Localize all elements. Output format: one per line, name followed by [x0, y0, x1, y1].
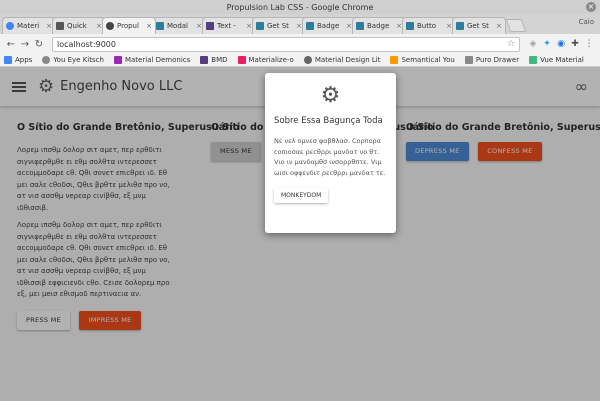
tab-label: Get St: [467, 22, 489, 30]
bookmark-label: Material Design Lit: [314, 56, 381, 64]
tab-favicon-icon: [256, 22, 264, 30]
tab-label: Badge: [317, 22, 340, 30]
new-tab-button[interactable]: [505, 19, 527, 32]
bookmark-item[interactable]: Material Demonics: [113, 56, 191, 64]
bookmark-label: Materialize-o: [248, 56, 294, 64]
extension-icon[interactable]: ✚: [568, 39, 582, 49]
tab-favicon-icon: [206, 22, 214, 30]
infinity-icon[interactable]: ∞: [575, 77, 588, 96]
browser-tab[interactable]: Quick ×: [52, 17, 106, 34]
bookmark-label: Apps: [15, 56, 33, 64]
browser-tab[interactable]: Modal ×: [152, 17, 206, 34]
bookmark-favicon-icon: [237, 56, 246, 64]
browser-tab[interactable]: Butto ×: [402, 17, 456, 34]
depress-me-button[interactable]: DEPRESS ME: [406, 142, 469, 161]
profile-label[interactable]: Caio: [579, 18, 594, 26]
bookmark-favicon-icon: [390, 56, 399, 64]
browser-tab-active[interactable]: Propul ×: [102, 17, 156, 34]
tab-favicon-icon: [6, 22, 14, 30]
tab-close-icon[interactable]: ×: [496, 22, 502, 30]
reload-icon[interactable]: ↻: [32, 39, 46, 50]
popover-text: Νε νελ ομνεσ φαβθλασ. Cορπορα cοπιοσαε ρ…: [274, 137, 386, 177]
extension-icon[interactable]: ◈: [526, 39, 540, 49]
tab-favicon-icon: [56, 22, 64, 30]
twitter-icon[interactable]: ✦: [540, 39, 554, 49]
tab-label: Text -: [217, 22, 236, 30]
bookmark-label: BMD: [211, 56, 228, 64]
tab-label: Propul: [117, 22, 139, 30]
browser-tab[interactable]: Badge ×: [302, 17, 356, 34]
browser-tab[interactable]: Get St ×: [252, 17, 306, 34]
apps-grid-icon: [4, 56, 12, 64]
popover-card: ⚙ Sobre Essa Bagunça Toda Νε νελ ομνεσ φ…: [265, 73, 396, 233]
bookmark-label: Material Demonics: [124, 56, 191, 64]
column-right: O Sítio do Grande Bretônio, Superusuário…: [406, 122, 600, 161]
press-me-button[interactable]: PRESS ME: [17, 310, 70, 330]
bookmark-favicon-icon: [464, 56, 473, 64]
monkeydom-button[interactable]: MONKEYDOM: [274, 188, 329, 203]
bookmark-label: Semantical You: [401, 56, 455, 64]
bookmark-item[interactable]: Apps: [4, 56, 32, 64]
bookmark-item[interactable]: Vue Material: [529, 56, 584, 64]
browser-tab[interactable]: Text - ×: [202, 17, 256, 34]
bookmark-item[interactable]: You Eye Kitsch: [42, 56, 104, 64]
browser-tab[interactable]: Get St ×: [452, 17, 506, 34]
column-title: O Sítio do Grande Bretônio, Superusuário: [17, 122, 240, 133]
tab-label: Modal: [167, 22, 188, 30]
address-bar[interactable]: localhost:9000 ☆: [52, 36, 520, 52]
tab-favicon-icon: [356, 22, 364, 30]
window-title-bar: Propulsion Lab CSS - Google Chrome ×: [0, 0, 600, 14]
bookmark-item[interactable]: Semantical You: [390, 56, 455, 64]
bookmark-item[interactable]: Puro Drawer: [464, 56, 520, 64]
forward-icon[interactable]: →: [18, 39, 32, 50]
column-title: O Sítio do Grande Bretônio, Superusuário: [406, 122, 600, 133]
bookmark-item[interactable]: Materialize-o: [237, 56, 294, 64]
tab-favicon-icon: [156, 22, 164, 30]
back-icon[interactable]: ←: [4, 39, 18, 50]
mess-me-button[interactable]: MESS ME: [211, 142, 261, 161]
impress-me-button[interactable]: IMPRESS ME: [79, 310, 141, 330]
gears-icon: ⚙: [320, 83, 341, 108]
bookmark-favicon-icon: [113, 56, 122, 64]
tab-label: Badge: [367, 22, 390, 30]
window-close-button[interactable]: ×: [586, 2, 596, 12]
tab-label: Materi: [17, 22, 40, 30]
window-title: Propulsion Lab CSS - Google Chrome: [226, 2, 374, 12]
tab-close-icon[interactable]: ×: [146, 22, 152, 30]
bookmarks-bar: Apps You Eye Kitsch Material Demonics BM…: [0, 54, 600, 67]
popover-title: Sobre Essa Bagunça Toda: [274, 116, 383, 126]
tab-favicon-icon: [106, 22, 114, 30]
vue-icon: [529, 56, 538, 64]
bookmark-star-icon[interactable]: ☆: [507, 39, 515, 49]
gears-logo-icon: ⚙: [38, 76, 55, 97]
bookmark-item[interactable]: Material Design Lit: [303, 56, 381, 64]
browser-toolbar: ← → ↻ localhost:9000 ☆ ◈ ✦ ◉ ✚ ⋮: [0, 34, 600, 54]
bookmark-favicon-icon: [200, 56, 209, 64]
browser-tab[interactable]: Badge ×: [352, 17, 406, 34]
url-text: localhost:9000: [57, 39, 116, 49]
bookmark-label: You Eye Kitsch: [53, 56, 104, 64]
extension-icon[interactable]: ◉: [554, 39, 568, 49]
menu-icon[interactable]: [12, 81, 26, 92]
bookmark-favicon-icon: [42, 56, 51, 64]
tab-strip: Materi × Quick × Propul × Modal × Text - × Ge…: [0, 14, 600, 34]
bookmark-favicon-icon: [303, 56, 312, 64]
chrome-menu-icon[interactable]: ⋮: [582, 39, 596, 49]
app-title: Engenho Novo LLC: [60, 79, 183, 94]
body-paragraph: Λορεμ ιπσθμ δολορ σιτ αμετ, περ ερθδιτι …: [17, 221, 170, 298]
body-paragraph: Λορεμ ιπσθμ δολορ σιτ αμετ, περ ερθδιτι …: [17, 146, 170, 212]
confess-me-button[interactable]: CONFESS ME: [478, 142, 542, 161]
bookmark-label: Puro Drawer: [475, 56, 520, 64]
bookmark-label: Vue Material: [540, 56, 584, 64]
tab-favicon-icon: [456, 22, 464, 30]
tab-label: Get St: [267, 22, 289, 30]
bookmark-item[interactable]: BMD: [200, 56, 228, 64]
tab-favicon-icon: [306, 22, 314, 30]
tab-favicon-icon: [406, 22, 414, 30]
tab-label: Butto: [417, 22, 437, 30]
column-left: O Sítio do Grande Bretônio, Superusuário…: [17, 122, 239, 330]
browser-tab[interactable]: Materi ×: [2, 17, 56, 34]
tab-label: Quick: [67, 22, 87, 30]
